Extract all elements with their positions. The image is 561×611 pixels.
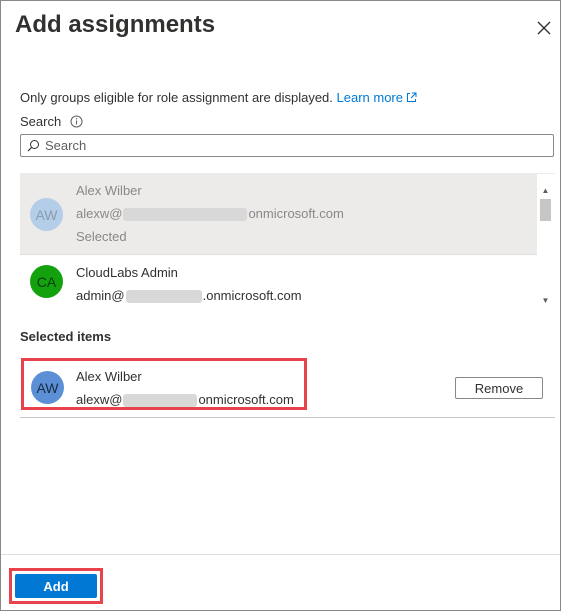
result-email: alexw@ onmicrosoft.com <box>76 206 344 222</box>
selected-item-email: alexw@ onmicrosoft.com <box>76 392 294 408</box>
result-row-alex-wilber[interactable]: AW Alex Wilber alexw@ onmicrosoft.com Sel… <box>20 174 537 255</box>
avatar: CA <box>30 265 63 298</box>
result-name: Alex Wilber <box>76 183 142 198</box>
result-name: CloudLabs Admin <box>76 265 178 280</box>
search-box[interactable] <box>20 134 554 157</box>
redacted-text <box>123 394 198 408</box>
close-icon <box>537 21 551 35</box>
redacted-text <box>125 290 202 304</box>
close-button[interactable] <box>531 15 557 41</box>
eligibility-text: Only groups eligible for role assignment… <box>20 90 333 105</box>
avatar: AW <box>30 198 63 231</box>
info-icon[interactable] <box>70 115 83 128</box>
results-list[interactable]: AW Alex Wilber alexw@ onmicrosoft.com Sel… <box>20 173 555 312</box>
selected-item-name: Alex Wilber <box>76 369 142 384</box>
search-icon <box>27 139 40 152</box>
add-assignments-panel: Add assignments Only groups eligible for… <box>0 0 561 611</box>
selected-items-heading: Selected items <box>20 329 112 344</box>
redacted-text <box>123 208 248 222</box>
learn-more-link[interactable]: Learn more <box>337 90 417 105</box>
avatar: AW <box>31 371 64 404</box>
footer-divider <box>1 554 560 555</box>
search-label: Search <box>20 114 83 129</box>
selected-item-row: AW Alex Wilber alexw@ onmicrosoft.com Rem… <box>20 353 555 418</box>
add-button[interactable]: Add <box>15 574 97 598</box>
result-row-cloudlabs-admin[interactable]: CA CloudLabs Admin admin@ .onmicrosoft.co… <box>20 255 537 312</box>
search-input[interactable] <box>45 138 553 153</box>
scroll-down-arrow-icon[interactable]: ▼ <box>541 297 550 305</box>
external-link-icon <box>407 92 417 102</box>
remove-button[interactable]: Remove <box>455 377 543 399</box>
result-status: Selected <box>76 229 127 244</box>
panel-title: Add assignments <box>15 11 216 38</box>
results-scrollbar[interactable]: ▲ ▼ <box>538 187 553 309</box>
annotation-highlight-box: Add <box>9 568 103 604</box>
result-email: admin@ .onmicrosoft.com <box>76 288 302 304</box>
scroll-up-arrow-icon[interactable]: ▲ <box>541 187 550 195</box>
eligibility-notice: Only groups eligible for role assignment… <box>20 90 417 105</box>
scroll-thumb[interactable] <box>540 199 551 221</box>
